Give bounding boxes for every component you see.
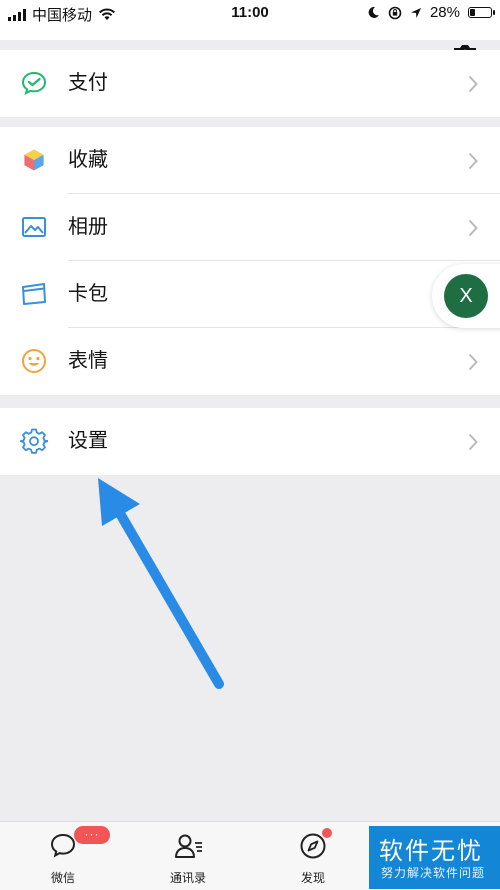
chats-unread-badge: ··· — [74, 826, 110, 844]
watermark-title: 软件无忧 — [379, 838, 483, 865]
watermark-logo: 软件无忧 努力解决软件问题 — [369, 826, 500, 889]
tab-label: 发现 — [300, 871, 325, 885]
contacts-icon — [175, 834, 202, 858]
tab-contacts[interactable]: 通讯录 — [138, 822, 238, 890]
watermark-subtitle: 努力解决软件问题 — [381, 866, 486, 880]
pointer-arrow — [98, 478, 224, 689]
tab-label: 通讯录 — [169, 871, 206, 885]
tab-label: 微信 — [50, 871, 75, 885]
chat-bubble-icon — [50, 833, 76, 858]
discover-red-dot — [322, 828, 332, 838]
tab-discover[interactable]: 发现 — [263, 822, 363, 890]
